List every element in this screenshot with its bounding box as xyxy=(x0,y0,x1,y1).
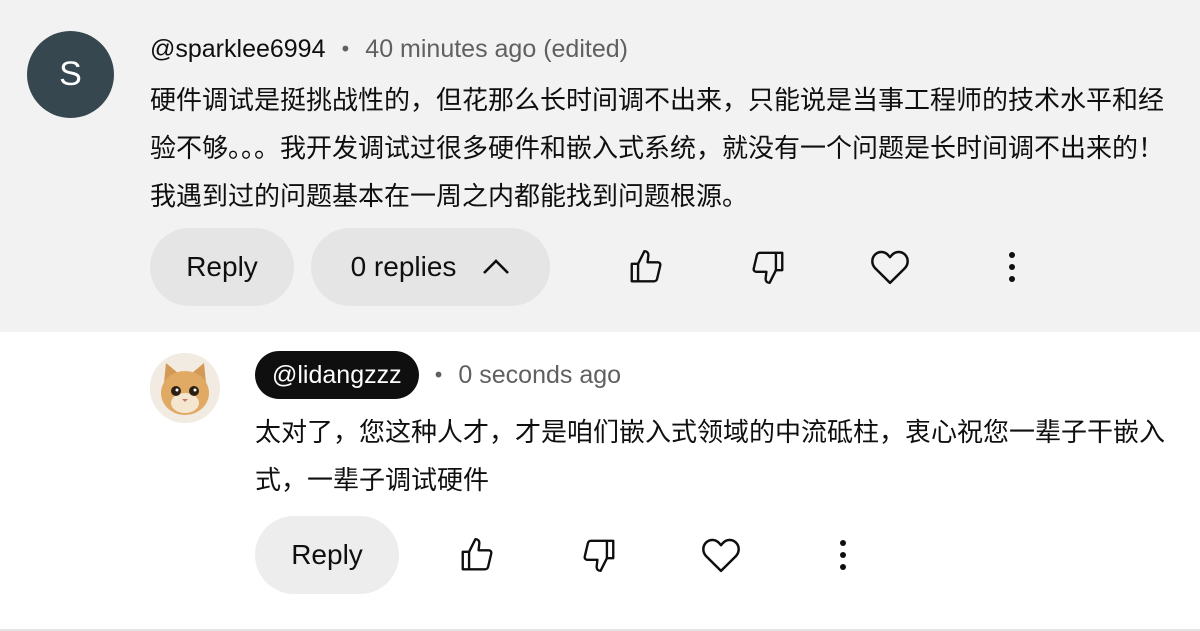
chevron-up-icon xyxy=(482,257,510,277)
comment-meta: @lidangzzz • 0 seconds ago xyxy=(255,351,621,399)
top-comment: S @sparklee6994 • 40 minutes ago (edited… xyxy=(0,0,1200,332)
meta-separator: • xyxy=(339,37,352,61)
avatar[interactable]: S xyxy=(27,31,114,118)
cat-avatar[interactable] xyxy=(150,353,220,423)
author-handle-badge[interactable]: @lidangzzz xyxy=(255,351,419,399)
comment-timestamp[interactable]: 40 minutes ago (edited) xyxy=(365,35,628,64)
heart-icon[interactable] xyxy=(860,237,920,297)
meta-separator: • xyxy=(432,363,445,387)
comment-timestamp[interactable]: 0 seconds ago xyxy=(458,361,621,390)
dislike-icon[interactable] xyxy=(738,237,798,297)
replies-toggle-button[interactable]: 0 replies xyxy=(311,228,550,306)
like-icon[interactable] xyxy=(616,237,676,297)
reply-comment: @lidangzzz • 0 seconds ago 太对了，您这种人才，才是咱… xyxy=(0,332,1200,631)
author-handle[interactable]: @sparklee6994 xyxy=(150,35,326,64)
heart-icon[interactable] xyxy=(691,525,751,585)
more-vertical-icon[interactable] xyxy=(813,525,873,585)
dislike-icon[interactable] xyxy=(569,525,629,585)
comment-text: 硬件调试是挺挑战性的，但花那么长时间调不出来，只能说是当事工程师的技术水平和经验… xyxy=(150,86,1165,212)
like-icon[interactable] xyxy=(447,525,507,585)
reply-button[interactable]: Reply xyxy=(255,516,399,594)
replies-count-label: 0 replies xyxy=(350,251,457,282)
reply-button[interactable]: Reply xyxy=(150,228,294,306)
more-vertical-icon[interactable] xyxy=(982,237,1042,297)
comment-text: 太对了，您这种人才，才是咱们嵌入式领域的中流砥柱，衷心祝您一辈子干嵌入式，一辈子… xyxy=(255,418,1166,496)
comment-meta: @sparklee6994 • 40 minutes ago (edited) xyxy=(150,30,628,68)
